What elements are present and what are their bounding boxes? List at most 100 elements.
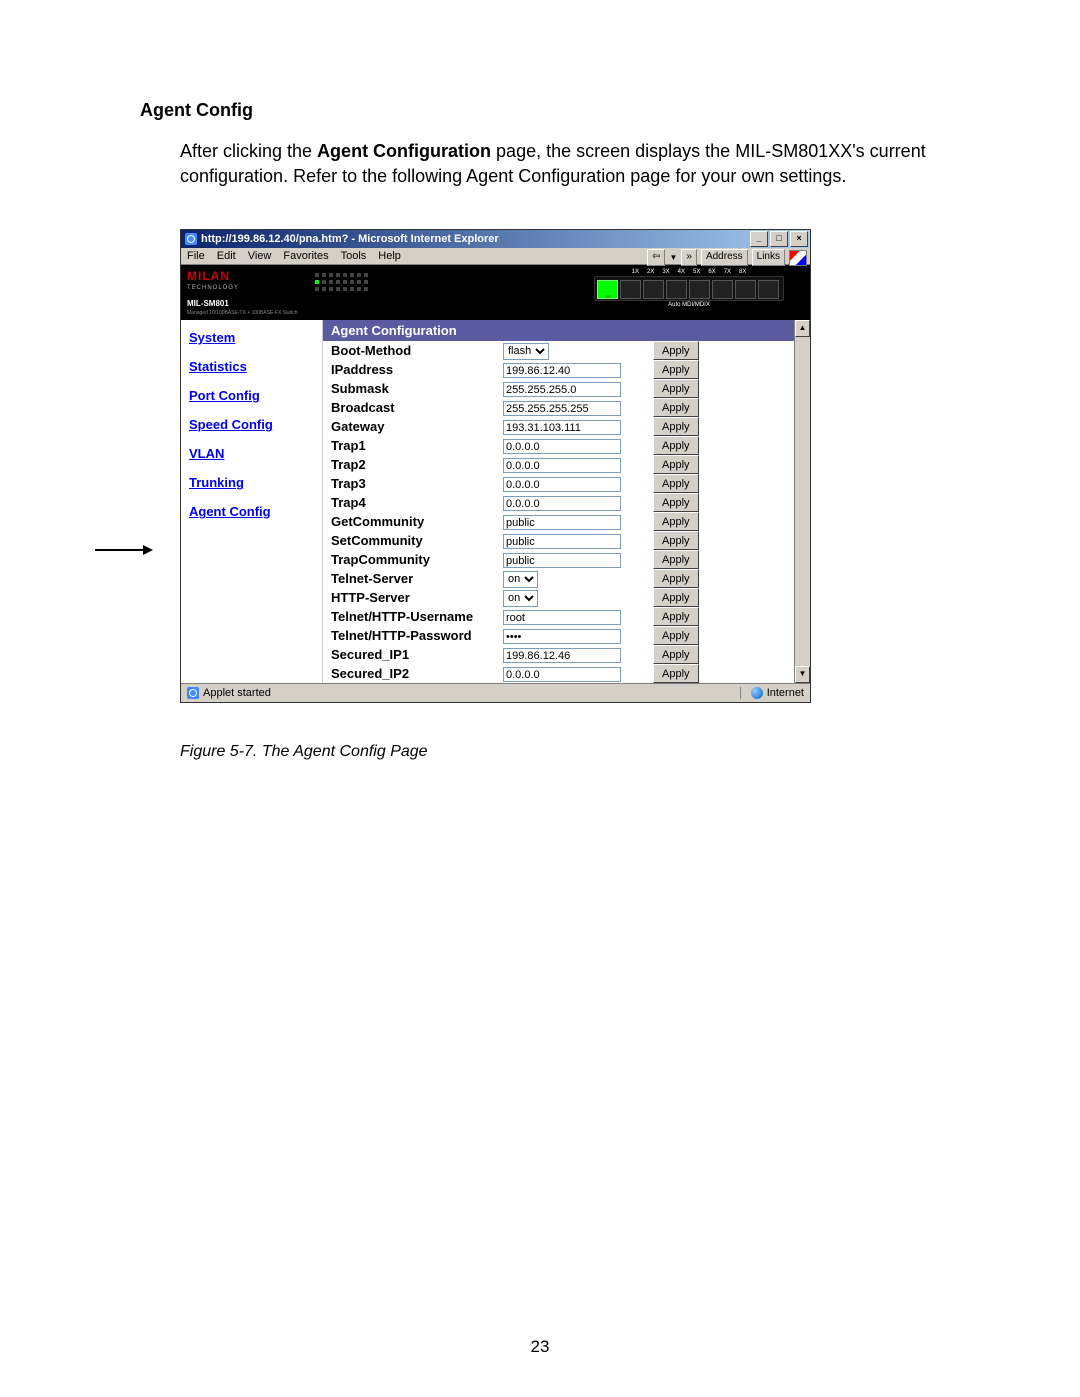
apply-button[interactable]: Apply xyxy=(653,474,699,493)
switch-ports xyxy=(594,276,784,301)
menu-edit[interactable]: Edit xyxy=(217,250,236,262)
led-panel xyxy=(315,273,368,291)
apply-button[interactable]: Apply xyxy=(653,455,699,474)
port-5[interactable] xyxy=(689,280,710,299)
port-3[interactable] xyxy=(643,280,664,299)
apply-button[interactable]: Apply xyxy=(653,379,699,398)
config-input-trap1[interactable] xyxy=(503,439,621,454)
config-select-boot-method[interactable]: flash xyxy=(503,343,549,360)
menu-help[interactable]: Help xyxy=(378,250,401,262)
scrollbar-vert[interactable]: ▲ ▼ xyxy=(794,320,810,683)
content-pane: ▲ ▼ Agent Configuration Boot-Methodflash… xyxy=(323,320,810,683)
config-row-gateway: GatewayApply xyxy=(323,417,795,436)
maximize-button[interactable]: □ xyxy=(770,231,788,247)
config-label: Telnet/HTTP-Password xyxy=(323,626,503,645)
config-input-telnet-http-password[interactable] xyxy=(503,629,621,644)
scroll-up-button[interactable]: ▲ xyxy=(795,320,810,337)
port-8[interactable] xyxy=(758,280,779,299)
config-row-trap2: Trap2 Apply xyxy=(323,455,795,474)
menu-file[interactable]: File xyxy=(187,250,205,262)
sidebar-item-speed-config[interactable]: Speed Config xyxy=(189,417,314,432)
config-label: Trap4 xyxy=(323,493,503,512)
config-label: IPaddress xyxy=(323,360,503,379)
config-input-trap3[interactable] xyxy=(503,477,621,492)
applet-icon xyxy=(187,687,199,699)
menu-view[interactable]: View xyxy=(248,250,272,262)
scroll-down-button[interactable]: ▼ xyxy=(795,666,810,683)
port-6[interactable] xyxy=(712,280,733,299)
apply-button[interactable]: Apply xyxy=(653,531,699,550)
port-caption: Auto MDI/MDIX xyxy=(668,302,710,308)
apply-button[interactable]: Apply xyxy=(653,493,699,512)
config-label: GetCommunity xyxy=(323,512,503,531)
apply-button[interactable]: Apply xyxy=(653,341,699,360)
links-flag-icon[interactable] xyxy=(789,250,807,266)
sidebar: System Statistics Port Config Speed Conf… xyxy=(181,320,323,683)
config-label: Trap2 xyxy=(323,455,503,474)
port-7[interactable] xyxy=(735,280,756,299)
config-row-http-server: HTTP-ServeronApply xyxy=(323,588,795,607)
apply-button[interactable]: Apply xyxy=(653,550,699,569)
config-row-secured-ip1: Secured_IP1Apply xyxy=(323,645,795,664)
config-label: TrapCommunity xyxy=(323,550,503,569)
back-button[interactable]: ⇦ xyxy=(647,249,665,266)
config-input-trap4[interactable] xyxy=(503,496,621,511)
sidebar-item-trunking[interactable]: Trunking xyxy=(189,475,314,490)
apply-button[interactable]: Apply xyxy=(653,664,699,683)
config-row-submask: SubmaskApply xyxy=(323,379,795,398)
sidebar-item-port-config[interactable]: Port Config xyxy=(189,388,314,403)
sidebar-item-agent-config[interactable]: Agent Config xyxy=(189,504,314,519)
address-label: Address xyxy=(701,249,748,266)
config-input-trapcommunity[interactable] xyxy=(503,553,621,568)
apply-button[interactable]: Apply xyxy=(653,360,699,379)
arrow-indicator-icon xyxy=(93,544,153,556)
device-desc: Managed 10/100BASE-TX + 100BASE-FX Switc… xyxy=(187,310,297,316)
apply-button[interactable]: Apply xyxy=(653,588,699,607)
minimize-button[interactable]: _ xyxy=(750,231,768,247)
close-button[interactable]: × xyxy=(790,231,808,247)
config-input-trap2[interactable] xyxy=(503,458,621,473)
config-select-telnet-server[interactable]: on xyxy=(503,571,538,588)
sidebar-item-statistics[interactable]: Statistics xyxy=(189,359,314,374)
sidebar-item-vlan[interactable]: VLAN xyxy=(189,446,314,461)
status-left: Applet started xyxy=(203,687,271,699)
config-input-submask[interactable] xyxy=(503,382,621,397)
internet-zone-icon xyxy=(751,687,763,699)
port-1[interactable] xyxy=(597,280,618,299)
apply-button[interactable]: Apply xyxy=(653,398,699,417)
config-row-telnet-http-username: Telnet/HTTP-UsernameApply xyxy=(323,607,795,626)
config-input-secured-ip1[interactable] xyxy=(503,648,621,663)
menu-favorites[interactable]: Favorites xyxy=(283,250,328,262)
config-input-broadcast[interactable] xyxy=(503,401,621,416)
config-input-gateway[interactable] xyxy=(503,420,621,435)
apply-button[interactable]: Apply xyxy=(653,569,699,588)
toolbar-more-button[interactable]: » xyxy=(681,249,697,266)
config-row-trap1: Trap1Apply xyxy=(323,436,795,455)
sidebar-item-system[interactable]: System xyxy=(189,330,314,345)
config-input-ipaddress[interactable] xyxy=(503,363,621,378)
port-2[interactable] xyxy=(620,280,641,299)
config-select-http-server[interactable]: on xyxy=(503,590,538,607)
window-title: http://199.86.12.40/pna.htm? - Microsoft… xyxy=(201,233,499,245)
titlebar: http://199.86.12.40/pna.htm? - Microsoft… xyxy=(181,230,810,248)
page-number: 23 xyxy=(0,1337,1080,1357)
apply-button[interactable]: Apply xyxy=(653,417,699,436)
figure-caption: Figure 5-7. The Agent Config Page xyxy=(180,743,811,761)
config-input-telnet-http-username[interactable] xyxy=(503,610,621,625)
brand-subtext: TECHNOLOGY xyxy=(187,285,297,291)
config-input-setcommunity[interactable] xyxy=(503,534,621,549)
config-input-secured-ip2[interactable] xyxy=(503,667,621,682)
apply-button[interactable]: Apply xyxy=(653,645,699,664)
status-right: Internet xyxy=(767,687,804,699)
config-input-getcommunity[interactable] xyxy=(503,515,621,530)
config-row-trap4: Trap4 Apply xyxy=(323,493,795,512)
menu-tools[interactable]: Tools xyxy=(341,250,367,262)
apply-button[interactable]: Apply xyxy=(653,626,699,645)
port-4[interactable] xyxy=(666,280,687,299)
apply-button[interactable]: Apply xyxy=(653,436,699,455)
toolbar-dropdown-icon[interactable]: ▼ xyxy=(669,253,677,262)
apply-button[interactable]: Apply xyxy=(653,512,699,531)
apply-button[interactable]: Apply xyxy=(653,607,699,626)
intro-paragraph: After clicking the Agent Configuration p… xyxy=(180,139,960,189)
config-label: Broadcast xyxy=(323,398,503,417)
